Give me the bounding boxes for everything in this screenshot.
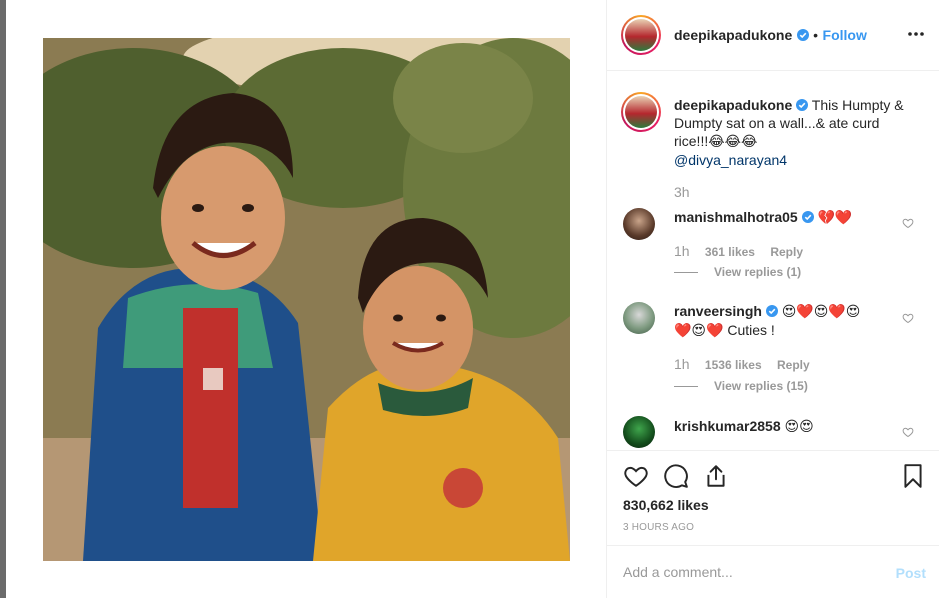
more-options-icon[interactable] [907,28,925,40]
comment-2-text: Cuties ! [723,322,775,338]
replies-dash [674,386,698,388]
post-photo[interactable] [43,38,570,561]
comment-2-likes[interactable]: 1536 likes [705,358,762,372]
comment-1: manishmalhotra05 💔❤️ [674,208,894,227]
verified-badge-icon [801,211,814,223]
share-icon[interactable] [703,463,729,489]
verified-badge-icon [796,29,809,41]
comment-2-reply-button[interactable]: Reply [777,358,810,372]
caption-time: 3h [674,184,690,200]
comment-1-username[interactable]: manishmalhotra05 [674,209,798,225]
avatar-frame [623,94,659,130]
view-replies-label: View replies (15) [714,379,808,393]
comment-3-emojis: 😍😍 [784,419,814,435]
header-author-line: deepikapadukone • Follow [674,27,867,45]
comment-1-meta: 1h 361 likes Reply [674,243,803,259]
comment-1-emojis: 💔❤️ [817,210,853,226]
caption-emojis: 😂😂😂 [708,134,758,150]
caption-mention[interactable]: @divya_narayan4 [674,152,787,168]
post-timestamp[interactable]: 3 HOURS AGO [623,522,694,533]
comment-like-heart-icon[interactable] [902,426,914,438]
post-sidebar: deepikapadukone • Follow deepikapadukone… [606,0,939,598]
caption: deepikapadukone This Humpty & Dumpty sat… [674,96,914,169]
caption-username[interactable]: deepikapadukone [674,97,792,113]
header-separator: • [813,27,819,43]
author-avatar[interactable] [621,15,661,55]
comment-1-reply-button[interactable]: Reply [770,245,803,259]
comment-avatar[interactable] [623,302,655,334]
post-actions: 830,662 likes 3 HOURS AGO [607,450,939,545]
verified-badge-icon [796,99,809,111]
view-replies-label: View replies (1) [714,265,802,279]
comment-2-meta: 1h 1536 likes Reply [674,356,810,372]
comment-2-emojis-line2: ❤️😍❤️ [674,323,724,339]
comment-icon[interactable] [663,463,689,489]
comment-2-view-replies[interactable]: View replies (15) [674,379,808,393]
caption-avatar[interactable] [621,92,661,132]
comment-input[interactable] [623,562,883,582]
comment-2: ranveersingh 😍❤️😍❤️😍 ❤️😍❤️ Cuties ! [674,302,904,340]
post-comment-button[interactable]: Post [896,565,926,581]
avatar-image [625,96,657,128]
post-header: deepikapadukone • Follow [607,0,939,71]
photo-illustration [43,38,570,561]
header-username[interactable]: deepikapadukone [674,27,792,43]
replies-dash [674,272,698,274]
comment-2-emojis-line1: 😍❤️😍❤️😍 [781,304,861,320]
comment-2-username[interactable]: ranveersingh [674,303,762,319]
avatar-image [625,19,657,51]
comment-1-view-replies[interactable]: View replies (1) [674,265,801,279]
likes-count[interactable]: 830,662 likes [623,497,709,513]
comments-list[interactable]: deepikapadukone This Humpty & Dumpty sat… [607,72,939,450]
comment-2-time: 1h [674,356,690,372]
bookmark-icon[interactable] [900,463,926,489]
comment-1-time: 1h [674,243,690,259]
media-pane [6,0,606,598]
comment-like-heart-icon[interactable] [902,217,914,229]
comment-avatar[interactable] [623,416,655,448]
add-comment-bar: Post [607,545,939,598]
comment-avatar[interactable] [623,208,655,240]
comment-1-likes[interactable]: 361 likes [705,245,755,259]
comment-3: krishkumar2858 😍😍 [674,417,904,436]
follow-button[interactable]: Follow [823,27,867,43]
heart-icon[interactable] [623,463,649,489]
verified-badge-icon [765,305,778,317]
comment-3-username[interactable]: krishkumar2858 [674,418,781,434]
comment-like-heart-icon[interactable] [902,312,914,324]
avatar-frame [623,17,659,53]
